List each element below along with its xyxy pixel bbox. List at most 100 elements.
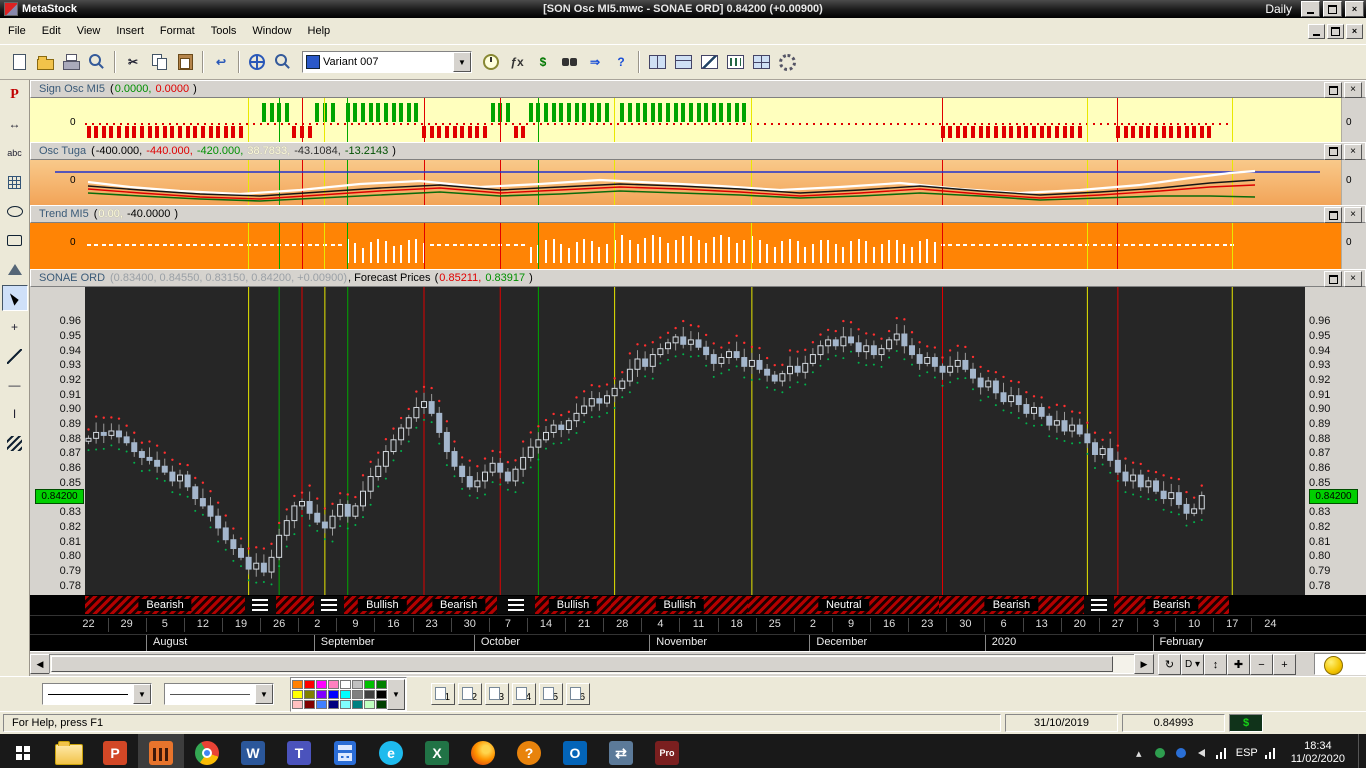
menu-tools[interactable]: Tools: [203, 22, 245, 40]
copy-button[interactable]: [146, 49, 172, 75]
combo-arrow-icon[interactable]: ▼: [133, 684, 151, 704]
taskbar-teams-button[interactable]: T: [276, 734, 322, 768]
signal-icon[interactable]: [1265, 748, 1278, 759]
taskbar-powerpoint-button[interactable]: P: [92, 734, 138, 768]
menu-window[interactable]: Window: [244, 22, 299, 40]
combo-arrow-icon[interactable]: ▼: [255, 684, 273, 704]
palette-color[interactable]: [328, 690, 339, 699]
palette-color[interactable]: [376, 700, 387, 709]
window-close-button[interactable]: ×: [1345, 1, 1364, 17]
network-icon[interactable]: [1216, 748, 1229, 759]
palette-color[interactable]: [328, 680, 339, 689]
taskbar-calculator-button[interactable]: [322, 734, 368, 768]
layout-button-6[interactable]: 6: [566, 683, 590, 705]
money-management-button[interactable]: $: [530, 49, 556, 75]
window-restore-button[interactable]: [1323, 1, 1342, 17]
palette-color[interactable]: [304, 700, 315, 709]
palette-color[interactable]: [364, 680, 375, 689]
palette-color[interactable]: [328, 700, 339, 709]
line-chart-button[interactable]: [696, 49, 722, 75]
pointer-mode-button[interactable]: ↔: [2, 111, 28, 137]
sign-osc-panel[interactable]: 0 0: [30, 98, 1366, 142]
palette-color[interactable]: [364, 690, 375, 699]
trend-panel[interactable]: 0 0: [30, 223, 1366, 269]
crosshair-tool-button[interactable]: +: [2, 314, 28, 340]
palette-color[interactable]: [364, 700, 375, 709]
periodicity-button[interactable]: D ▾: [1181, 654, 1204, 675]
scrollbar-track[interactable]: [49, 654, 1135, 674]
variant-combo[interactable]: Variant 007▼: [302, 51, 472, 73]
zoom-in-button[interactable]: +: [1273, 654, 1296, 675]
zoom-out-button[interactable]: −: [1250, 654, 1273, 675]
panel-close-button[interactable]: ×: [1344, 144, 1362, 160]
taskbar-outlook-button[interactable]: O: [552, 734, 598, 768]
child-minimize-button[interactable]: [1308, 24, 1325, 39]
color-palette[interactable]: ▼: [290, 677, 407, 712]
rectangle-tool-button[interactable]: [2, 227, 28, 253]
parallel-lines-tool-button[interactable]: [2, 430, 28, 456]
indicator-fx-button[interactable]: ƒx: [504, 49, 530, 75]
vertical-line-tool-button[interactable]: I: [2, 401, 28, 427]
start-button[interactable]: [0, 734, 46, 768]
panel-header-osc-tuga[interactable]: Osc Tuga (-400.000, -440.000, -420.000, …: [30, 142, 1366, 160]
tray-expand-icon[interactable]: ▴: [1132, 747, 1146, 760]
taskbar-clock[interactable]: 18:3411/02/2020: [1285, 740, 1351, 766]
horizontal-line-tool-button[interactable]: —: [2, 372, 28, 398]
show-desktop-button[interactable]: [1358, 734, 1364, 768]
trendline-tool-button[interactable]: [2, 343, 28, 369]
palette-arrow-icon[interactable]: ▼: [387, 679, 405, 710]
tray-language-label[interactable]: ESP: [1236, 747, 1258, 759]
expert-advisor-smiley-icon[interactable]: [1324, 656, 1343, 675]
palette-color[interactable]: [292, 680, 303, 689]
osc-tuga-panel[interactable]: 0 0: [30, 160, 1366, 206]
palette-color[interactable]: [304, 680, 315, 689]
palette-color[interactable]: [352, 680, 363, 689]
tile-windows-button[interactable]: [644, 49, 670, 75]
undo-button[interactable]: ↩: [208, 49, 234, 75]
line-weight-combo[interactable]: ▼: [164, 683, 274, 705]
palette-color[interactable]: [316, 690, 327, 699]
taskbar-metastock-button[interactable]: [138, 734, 184, 768]
triangle-tool-button[interactable]: [2, 256, 28, 282]
taskbar-word-button[interactable]: W: [230, 734, 276, 768]
palette-color[interactable]: [376, 690, 387, 699]
layout-button-1[interactable]: 1: [431, 683, 455, 705]
ellipse-tool-button[interactable]: [2, 198, 28, 224]
candlestick-plot[interactable]: [85, 287, 1305, 595]
panel-close-button[interactable]: ×: [1344, 207, 1362, 223]
menu-insert[interactable]: Insert: [108, 22, 152, 40]
panel-close-button[interactable]: ×: [1344, 82, 1362, 98]
print-button[interactable]: [58, 49, 84, 75]
tray-antivirus-icon[interactable]: [1153, 748, 1167, 758]
crosshair-button[interactable]: [244, 49, 270, 75]
vertical-scale-button[interactable]: ↕: [1204, 654, 1227, 675]
menu-edit[interactable]: Edit: [34, 22, 69, 40]
palette-color[interactable]: [340, 690, 351, 699]
menu-view[interactable]: View: [69, 22, 109, 40]
taskbar-excel-button[interactable]: X: [414, 734, 460, 768]
line-style-combo[interactable]: ▼: [42, 683, 152, 705]
layout-grid-button[interactable]: [748, 49, 774, 75]
palette-color[interactable]: [376, 680, 387, 689]
panel-header-trend[interactable]: Trend MI5 (0.00, -40.0000 ) ×: [30, 205, 1366, 223]
palette-color[interactable]: [340, 680, 351, 689]
layout-button-2[interactable]: 2: [458, 683, 482, 705]
palette-color[interactable]: [340, 700, 351, 709]
candle-chart-button[interactable]: [722, 49, 748, 75]
zoom-button[interactable]: [270, 49, 296, 75]
new-chart-button[interactable]: [6, 49, 32, 75]
print-preview-button[interactable]: [84, 49, 110, 75]
combo-arrow-icon[interactable]: ▼: [453, 52, 471, 72]
price-chart-panel[interactable]: 0.84200 0.84200 0.960.960.950.950.940.94…: [30, 287, 1366, 595]
palette-color[interactable]: [316, 680, 327, 689]
help-pointer-button[interactable]: ?: [608, 49, 634, 75]
panel-restore-button[interactable]: [1324, 82, 1342, 98]
scroll-left-button[interactable]: ◀: [30, 654, 50, 674]
taskbar-pro-app-button[interactable]: Pro: [644, 734, 690, 768]
taskbar-internet-explorer-button[interactable]: e: [368, 734, 414, 768]
child-close-button[interactable]: ×: [1346, 24, 1363, 39]
taskbar-firefox-button[interactable]: [460, 734, 506, 768]
panel-restore-button[interactable]: [1324, 144, 1342, 160]
child-restore-button[interactable]: [1327, 24, 1344, 39]
options-gear-button[interactable]: [774, 49, 800, 75]
